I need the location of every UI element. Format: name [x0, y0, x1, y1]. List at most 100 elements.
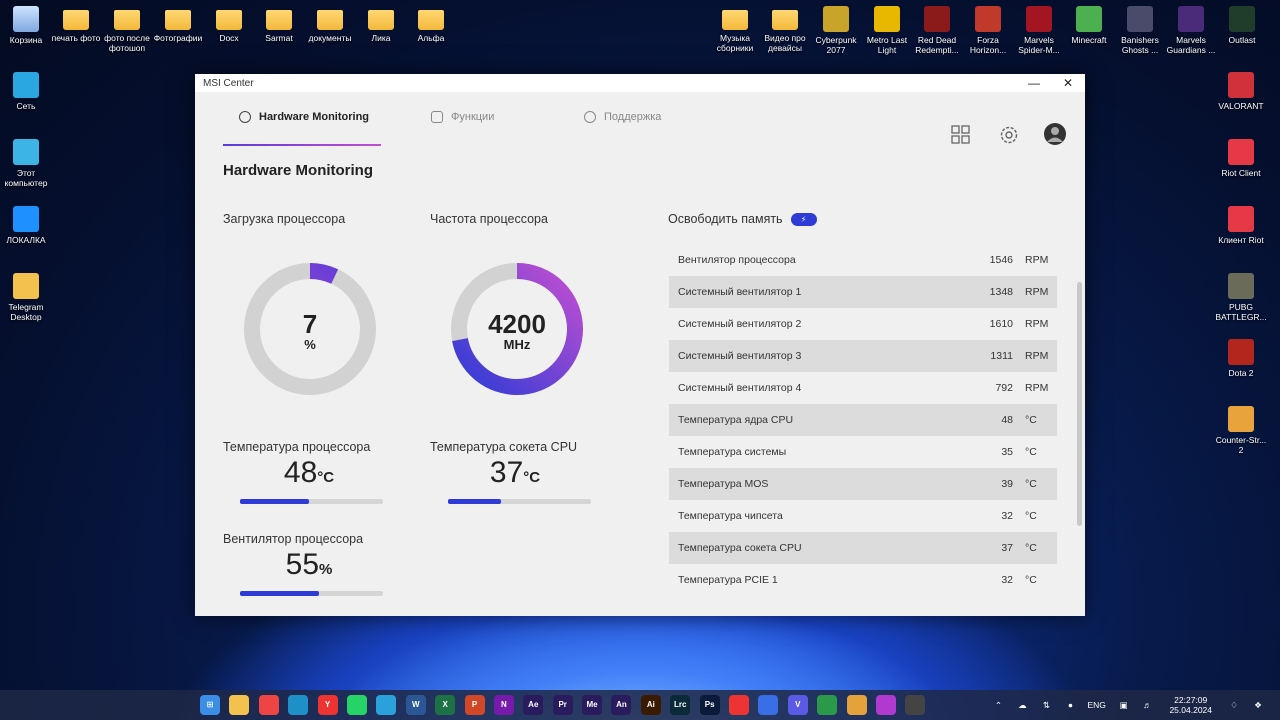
chrome-icon[interactable] — [258, 695, 279, 715]
sensor-value: 1348 — [989, 286, 1013, 298]
vpn-icon[interactable]: V — [787, 695, 808, 715]
sensor-unit: °C — [1025, 414, 1037, 426]
desktop-icon[interactable]: печать фото — [50, 0, 102, 43]
copilot-icon[interactable]: ❖ — [1251, 700, 1265, 710]
desktop-icon[interactable]: Dota 2 — [1215, 333, 1267, 378]
app-icon — [1228, 139, 1254, 165]
msi-center-icon[interactable] — [875, 695, 896, 715]
tab-support[interactable]: Поддержка — [584, 104, 661, 130]
free-memory-label: Освободить память — [668, 212, 783, 226]
cloud-icon[interactable]: ☁ — [1015, 700, 1029, 710]
desktop-icon[interactable]: ЛОКАЛКА — [0, 200, 52, 245]
chevron-up-icon[interactable]: ⌃ — [991, 700, 1005, 710]
desktop-icon[interactable]: Metro Last Light — [861, 0, 913, 55]
tab-label: Поддержка — [604, 111, 662, 123]
app-icon[interactable] — [758, 695, 779, 715]
desktop-icon[interactable]: Red Dead Redempti... — [911, 0, 963, 55]
after-effects-icon[interactable]: Ae — [523, 695, 544, 715]
yandex-icon[interactable]: Y — [317, 695, 338, 715]
media-encoder-icon[interactable]: Me — [582, 695, 603, 715]
desktop-icon[interactable]: Sarmat — [253, 0, 305, 43]
grid-icon[interactable] — [951, 125, 971, 145]
app-icon — [924, 6, 950, 32]
desktop-icon[interactable]: Banishers Ghosts ... — [1114, 0, 1166, 55]
free-memory-button[interactable]: ⚡ — [790, 212, 817, 226]
whatsapp-icon[interactable] — [346, 695, 367, 715]
desktop-icon[interactable]: фото после фотошоп — [101, 0, 153, 53]
mic-icon[interactable]: ● — [1063, 700, 1077, 710]
excel-icon[interactable]: X — [435, 695, 456, 715]
animate-icon[interactable]: An — [611, 695, 632, 715]
sensor-row: Системный вентилятор 1 1348 RPM — [669, 276, 1057, 308]
minimize-button[interactable]: — — [1017, 76, 1051, 90]
title-bar: MSI Center — ✕ — [195, 74, 1085, 92]
desktop-icon[interactable]: Видео про девайсы — [759, 0, 811, 53]
lightroom-icon[interactable]: Lrc — [670, 695, 691, 715]
powerpoint-icon[interactable]: P — [464, 695, 485, 715]
cpu-fan-bar — [240, 591, 383, 596]
desktop-icon[interactable]: документы — [304, 0, 356, 43]
lang-indicator[interactable]: ENG — [1087, 700, 1105, 710]
desktop-icon[interactable]: Minecraft — [1063, 0, 1115, 45]
bluetooth-icon[interactable]: ⇅ — [1039, 700, 1053, 710]
desktop-icon[interactable]: Marvels Spider-M... — [1013, 0, 1065, 55]
desktop-icon[interactable]: Лика — [355, 0, 407, 43]
close-button[interactable]: ✕ — [1051, 76, 1085, 90]
desktop-icon[interactable]: Telegram Desktop — [0, 267, 52, 322]
illustrator-icon[interactable]: Ai — [640, 695, 661, 715]
desktop-icon[interactable]: Marvels Guardians ... — [1165, 0, 1217, 55]
telegram-icon[interactable] — [376, 695, 397, 715]
app-icon[interactable] — [905, 695, 926, 715]
network-icon[interactable]: ▣ — [1116, 700, 1130, 710]
desktop-icon[interactable]: Docx — [203, 0, 255, 43]
desktop-icon[interactable]: Сеть — [0, 66, 52, 111]
tab-hardware-monitoring[interactable]: Hardware Monitoring — [239, 104, 369, 130]
windows-start-icon[interactable]: ⊞ — [200, 695, 220, 715]
desktop-icon[interactable]: Counter-Str... 2 — [1215, 400, 1267, 455]
tab-features[interactable]: Функции — [431, 104, 494, 130]
app-icon[interactable] — [817, 695, 838, 715]
sensor-name: Температура чипсета — [678, 510, 783, 522]
app-icon — [1127, 6, 1153, 32]
file-explorer-icon[interactable] — [229, 695, 250, 715]
window-title: MSI Center — [203, 77, 254, 89]
desktop-icon-label: VALORANT — [1218, 101, 1264, 111]
app-icon — [13, 273, 39, 299]
desktop-icon-label: Фотографии — [153, 33, 203, 43]
sensor-unit: °C — [1025, 574, 1037, 586]
edge-icon[interactable] — [288, 695, 309, 715]
desktop-icon[interactable]: Outlast — [1216, 0, 1268, 45]
sensor-value: 35 — [1001, 446, 1013, 458]
app-icon — [13, 6, 39, 32]
cpu-temp-label: Температура процессора — [223, 440, 371, 454]
app-icon[interactable] — [846, 695, 867, 715]
scrollbar[interactable] — [1077, 282, 1082, 526]
gear-icon[interactable] — [998, 124, 1020, 146]
volume-icon[interactable]: ♬ — [1140, 700, 1154, 710]
desktop-icon[interactable]: Фотографии — [152, 0, 204, 43]
clock[interactable]: 22:27:09 25.04.2024 — [1169, 695, 1212, 715]
desktop-icon[interactable]: Этот компьютер — [0, 133, 52, 188]
sensor-value: 39 — [1001, 478, 1013, 490]
avatar[interactable] — [1044, 123, 1066, 145]
bell-icon[interactable]: ♢ — [1227, 700, 1241, 710]
sensor-name: Температура ядра CPU — [678, 414, 794, 426]
sensor-unit: RPM — [1025, 318, 1049, 330]
desktop-icon[interactable]: Forza Horizon... — [962, 0, 1014, 55]
app-icon[interactable] — [729, 695, 750, 715]
premiere-icon[interactable]: Pr — [552, 695, 573, 715]
desktop-icon[interactable]: Riot Client — [1215, 133, 1267, 178]
photoshop-icon[interactable]: Ps — [699, 695, 720, 715]
onenote-icon[interactable]: N — [493, 695, 514, 715]
desktop-icon[interactable]: Cyberpunk 2077 — [810, 0, 862, 55]
desktop-icon[interactable]: VALORANT — [1215, 66, 1267, 111]
desktop-icon-label: Музыка сборники — [716, 33, 754, 53]
word-icon[interactable]: W — [405, 695, 426, 715]
desktop-icon[interactable]: Альфа — [405, 0, 457, 43]
desktop-icon[interactable]: PUBG BATTLEGR... — [1215, 267, 1267, 322]
desktop-icon-label: Counter-Str... 2 — [1215, 435, 1267, 455]
desktop-icon[interactable]: Корзина — [0, 0, 52, 45]
desktop-icon[interactable]: Клиент Riot — [1215, 200, 1267, 245]
desktop-icon[interactable]: Музыка сборники — [709, 0, 761, 53]
socket-temp-bar — [448, 499, 591, 504]
